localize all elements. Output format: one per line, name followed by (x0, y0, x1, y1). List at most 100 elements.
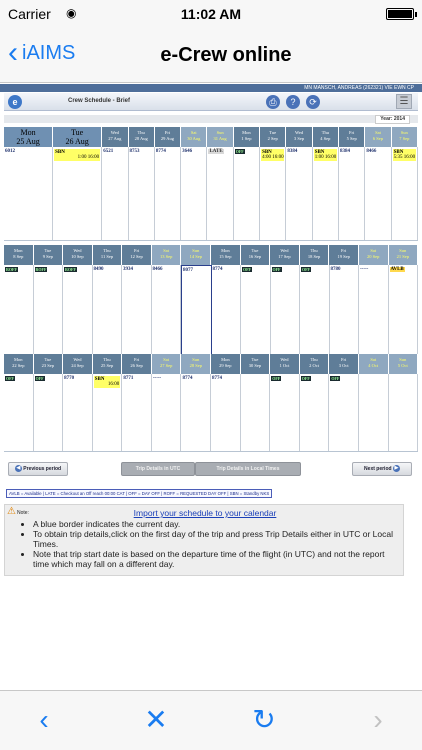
day-date: 10 Sep (71, 254, 84, 259)
day-date: 13 Sep (159, 254, 173, 259)
day-header: Mon 15 Sep (211, 245, 241, 265)
duty-label: 8384 (287, 149, 298, 154)
duty-label: OFF (272, 267, 281, 272)
day-cell[interactable] (358, 374, 389, 451)
day-cell[interactable]: 8466 (151, 265, 181, 358)
duty-code: 8466 (153, 267, 163, 272)
print-icon[interactable]: ⎙ (266, 95, 280, 109)
day-header: Thu 4 Sep (312, 127, 339, 147)
day-cell[interactable]: SBN 4:00 16:00 (260, 147, 287, 240)
back-arrow-icon[interactable]: ‹ (28, 705, 60, 737)
day-cell[interactable]: OFF (300, 265, 330, 358)
day-header: Mon 25 Aug (4, 127, 54, 147)
day-cell[interactable]: OFF (33, 374, 64, 451)
close-icon[interactable]: ✕ (140, 705, 172, 737)
help-icon[interactable]: ? (286, 95, 300, 109)
day-date: 4 Oct (368, 363, 379, 368)
day-cell[interactable]: 8774 (211, 374, 241, 451)
day-cell[interactable]: ROFF (33, 265, 63, 358)
day-header: Thu 28 Aug (128, 127, 155, 147)
import-calendar-link[interactable]: Import your schedule to your calendar (5, 508, 405, 518)
day-cell[interactable]: SBN 1:00 16:00 (53, 147, 103, 240)
day-cell[interactable]: OFF (329, 374, 359, 451)
day-cell[interactable]: 8771 (122, 374, 152, 451)
duty-code: ----- (153, 376, 161, 381)
day-date: 11 Sep (100, 254, 114, 259)
day-header: Sun 5 Oct (388, 354, 419, 374)
day-date: 30 Sep (248, 363, 262, 368)
trip-details-local-button[interactable]: Trip Details in Local Times (195, 462, 301, 476)
bottom-toolbar: ‹ ✕ ↻ › (0, 690, 422, 750)
day-cell[interactable]: 8774 (181, 374, 212, 451)
day-date: 12 Sep (130, 254, 143, 259)
day-cell[interactable]: LATE (207, 147, 234, 240)
duty-code: 8774 (212, 376, 222, 381)
day-cell[interactable]: SBN 16:00 (92, 374, 123, 451)
menu-icon[interactable]: ☰ (396, 94, 412, 109)
day-cell[interactable]: 8384 (339, 147, 366, 240)
day-date: 16 Sep (248, 254, 262, 259)
day-header: Wed 1 Oct (270, 354, 300, 374)
duty-label: ----- (152, 376, 162, 381)
day-cell[interactable]: 8490 (92, 265, 122, 358)
duty-label: 6521 (103, 149, 114, 154)
list-item: A blue border indicates the current day. (33, 519, 397, 529)
day-header: Thu 2 Oct (299, 354, 330, 374)
day-cell[interactable] (240, 374, 271, 451)
day-header: Mon 1 Sep (233, 127, 261, 147)
day-cell[interactable]: 8774 (154, 147, 182, 240)
next-period-button[interactable]: Next period ▶ (352, 462, 412, 476)
day-cell[interactable]: 6521 (102, 147, 129, 240)
trip-details-utc-button[interactable]: Trip Details in UTC (121, 462, 195, 476)
day-cell[interactable]: 8384 (286, 147, 313, 240)
day-cell[interactable]: OFF (233, 147, 261, 240)
day-cell[interactable]: OFF (4, 374, 34, 451)
duty-code: OFF (271, 267, 282, 272)
duty-label: OFF (331, 376, 340, 381)
calendar-week: Mon 25 Aug Tue 26 Aug Wed 27 Aug Thu 28 Aug Fri 2… (4, 127, 418, 241)
day-header: Wed 3 Sep (286, 127, 313, 147)
day-cell[interactable]: 8753 (128, 147, 155, 240)
day-cell[interactable]: ROFF (63, 265, 93, 358)
previous-period-button[interactable]: ◀ Previous period (8, 462, 68, 476)
day-cell[interactable]: ----- (151, 374, 182, 451)
calendar-week: Mon 8 Sep Tue 9 Sep Wed 10 Sep Thu 11 Sep Fri 12 … (4, 245, 419, 359)
duty-label: 8774 (155, 149, 166, 154)
day-header: Fri 29 Aug (154, 127, 182, 147)
day-cell[interactable]: 8466 (365, 147, 392, 240)
day-cell[interactable]: 6012 (4, 147, 54, 240)
duty-code: OFF (271, 376, 282, 381)
day-cell[interactable]: OFF (299, 374, 330, 451)
day-cell[interactable]: 8780 (329, 265, 359, 358)
day-cell[interactable]: 8774 (211, 265, 241, 358)
day-cell[interactable]: OFF (270, 265, 300, 358)
day-cell[interactable]: 8770 (63, 374, 93, 451)
duty-code: OFF (5, 376, 15, 381)
day-date: 20 Sep (367, 254, 380, 259)
day-cell[interactable]: OFF (241, 265, 271, 358)
duty-code: LATE (208, 149, 224, 154)
arrow-right-icon: ▶ (392, 465, 400, 473)
day-cell[interactable] (388, 374, 419, 451)
duty-label: 6012 (5, 149, 15, 154)
refresh-icon[interactable]: ⟳ (306, 95, 320, 109)
reload-icon[interactable]: ↻ (248, 705, 280, 737)
duty-code: 6012 (5, 149, 15, 154)
duty-code: 8774 (156, 149, 166, 154)
day-cell[interactable]: AVLB (388, 265, 418, 358)
day-cell[interactable]: 8077 (181, 265, 212, 358)
day-date: 31 Aug (213, 136, 227, 141)
day-cell[interactable]: ----- (359, 265, 389, 358)
day-cell[interactable]: SBN 1:00 16:00 (312, 147, 339, 240)
duty-label: 8384 (340, 149, 350, 154)
duty-label: ----- (360, 267, 369, 272)
duty-code: ROFF (34, 267, 48, 272)
day-cell[interactable]: 3934 (122, 265, 152, 358)
web-content[interactable]: MN MANSCH, ANDREAS (262321) VIE EWN CP e… (0, 84, 422, 690)
day-date: 5 Oct (397, 363, 408, 368)
duty-label: 8774 (182, 376, 193, 381)
day-cell[interactable]: SBN 5:35 16:00 (391, 147, 418, 240)
day-cell[interactable]: 3646 (181, 147, 208, 240)
day-cell[interactable]: ROFF (4, 265, 34, 358)
day-cell[interactable]: OFF (270, 374, 300, 451)
